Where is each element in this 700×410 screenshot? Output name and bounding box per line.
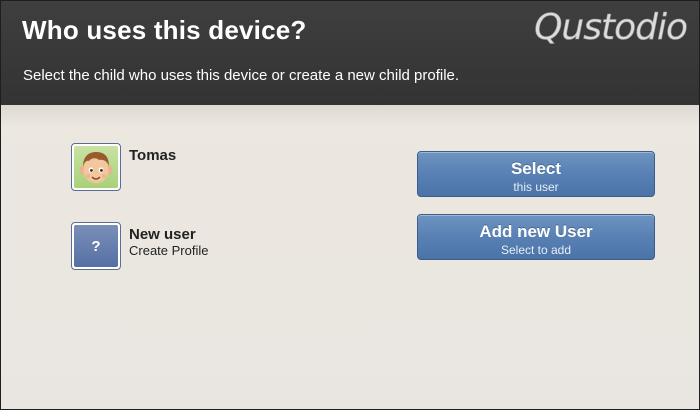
- qustodio-logo: Qustodio: [534, 7, 689, 49]
- avatar: [71, 143, 121, 191]
- child-face-svg: [79, 152, 113, 183]
- header-shadow: [1, 105, 699, 127]
- add-button-sublabel: Select to add: [500, 242, 572, 257]
- user-name: New user: [129, 226, 196, 243]
- add-button-label: Add new User: [479, 221, 593, 241]
- page-title: Who uses this device?: [22, 15, 307, 45]
- select-button-sublabel: this user: [513, 179, 559, 194]
- avatar: ?: [71, 222, 121, 270]
- question-mark-icon: ?: [74, 225, 118, 267]
- app-window: Who uses this device? Select the child w…: [0, 0, 700, 410]
- child-face-icon: [74, 146, 118, 188]
- user-subtitle: Create Profile: [129, 243, 209, 258]
- user-name: Tomas: [129, 147, 177, 164]
- header: Who uses this device? Select the child w…: [1, 1, 699, 105]
- select-button-label: Select: [510, 158, 562, 178]
- select-user-button[interactable]: Select this user: [417, 151, 655, 197]
- add-new-user-button[interactable]: Add new User Select to add: [417, 214, 655, 260]
- page-subtitle: Select the child who uses this device or…: [23, 67, 460, 84]
